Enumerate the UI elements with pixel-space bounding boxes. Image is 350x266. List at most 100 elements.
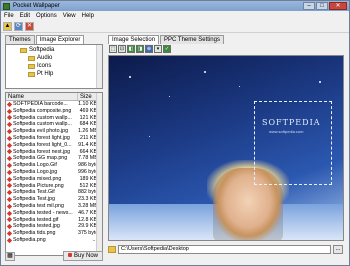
tree-item-icons[interactable]: Icons	[28, 62, 51, 70]
image-file-icon	[6, 169, 13, 176]
delete-icon[interactable]: ✕	[25, 22, 34, 31]
file-size: 996 bytes	[78, 168, 101, 175]
file-size: 3.28 MB	[78, 202, 98, 209]
column-size-header[interactable]: Size	[78, 93, 98, 100]
list-item[interactable]: Softpedia tested.jpg 29.9 KB	[6, 223, 102, 230]
list-item[interactable]: Softpedia composite.png 469 KB	[6, 108, 102, 115]
file-size: 684 KB	[79, 121, 97, 128]
minimize-button[interactable]: –	[303, 2, 315, 10]
image-file-icon	[6, 149, 13, 155]
file-name: Softpedia Logo.jpg	[6, 169, 78, 176]
image-file-icon	[6, 156, 13, 162]
tree-scrollbar[interactable]	[96, 45, 102, 88]
file-name-label: Softpedia Test.jpg	[13, 196, 56, 203]
selection-rectangle[interactable]	[254, 101, 332, 185]
list-item[interactable]: Softpedia forest light_0... 91.4 KB	[6, 142, 102, 149]
list-item[interactable]: Softpedia Test.Gif 882 bytes	[6, 189, 102, 196]
tree-item-label: Icons	[37, 63, 52, 69]
list-item[interactable]: SOFTPEDIA barcode... 1.10 KB	[6, 101, 102, 108]
open-icon[interactable]: ▲	[3, 22, 12, 31]
tree-item-label: Softpedia	[29, 47, 55, 53]
image-file-icon	[6, 162, 13, 169]
list-item[interactable]: Softpedia.png...	[6, 237, 102, 244]
list-item[interactable]: Softpedia custom wallp... 684 KB	[6, 121, 102, 128]
menu-edit[interactable]: Edit	[17, 13, 33, 19]
list-item[interactable]: Softpedia forest nest.jpg 664 KB	[6, 149, 102, 156]
buy-now-label: Buy Now	[73, 253, 98, 259]
menu-view[interactable]: View	[60, 13, 79, 19]
list-item[interactable]: Softpedia test mil.png 3.28 MB	[6, 203, 102, 210]
file-name-label: Softpedia composite.png	[13, 107, 72, 114]
file-size: 986 bytes	[78, 162, 101, 169]
tree-item-audio[interactable]: Audio	[28, 54, 52, 62]
maximize-button[interactable]: □	[316, 2, 328, 10]
file-name-label: Softpedia test mil.png	[13, 202, 64, 209]
fit-icon[interactable]: ◧	[127, 45, 135, 53]
file-name: Softpedia tested.gif	[6, 217, 78, 224]
image-file-icon	[6, 224, 13, 230]
list-item[interactable]: Softpedia Logo.jpg 996 bytes	[6, 169, 102, 176]
list-item[interactable]: Softpedia mixed.png 189 KB	[6, 176, 102, 183]
list-item[interactable]: Softpedia tested.gif 12.8 KB	[6, 217, 102, 224]
dropdown-icon[interactable]: ▾	[154, 45, 162, 53]
zoom-icon[interactable]: ⊕	[145, 45, 153, 53]
apply-icon[interactable]: ✓	[163, 45, 171, 53]
tab-image-explorer[interactable]: Image Explorer	[35, 35, 85, 44]
close-button[interactable]: ✕	[329, 2, 347, 10]
tab-themes[interactable]: Themes	[5, 35, 35, 44]
list-item[interactable]: Softpedia Test.jpg 23.3 KB	[6, 196, 102, 203]
menu-file[interactable]: File	[1, 13, 17, 19]
list-item[interactable]: Softpedia Logo.Gif 986 bytes	[6, 162, 102, 169]
list-scrollbar[interactable]	[96, 93, 102, 255]
refresh-icon[interactable]: ⟳	[14, 22, 23, 31]
crop-icon[interactable]: ⊡	[118, 45, 126, 53]
window-title: Pocket Wallpaper	[13, 3, 60, 9]
list-item[interactable]: Softpedia GG map.png 7.78 MB	[6, 155, 102, 162]
image-file-icon	[6, 142, 13, 148]
list-item[interactable]: Softpedia tested - news... 46.7 KB	[6, 210, 102, 217]
buy-now-button[interactable]: Buy Now	[62, 251, 103, 261]
file-name: Softpedia tested - news...	[6, 210, 78, 217]
image-file-icon	[6, 176, 13, 182]
list-item[interactable]: Softpedia Picture.png 512 KB	[6, 183, 102, 190]
file-name-label: Softpedia custom wallp...	[13, 121, 72, 128]
image-file-icon	[6, 183, 13, 189]
softpedia-logo: SOFTPEDIA	[262, 118, 321, 127]
tab-image-selection[interactable]: Image Selection	[108, 35, 160, 44]
image-file-icon	[6, 128, 13, 135]
image-file-icon	[6, 196, 13, 203]
select-icon[interactable]: ⬚	[109, 45, 117, 53]
left-panel: Themes Image Explorer Softpedia Audio Ic…	[5, 35, 103, 263]
list-item[interactable]: Softpedia forest light.jpg 211 KB	[6, 135, 102, 142]
tree-item-label: Audio	[37, 55, 53, 61]
list-item[interactable]: Softpedia tids.png 375 bytes	[6, 230, 102, 237]
file-name-label: Softpedia tested.jpg	[13, 223, 60, 230]
softpedia-url: www.softpedia.com	[269, 129, 304, 134]
grid-view-icon[interactable]: ▦	[5, 251, 15, 261]
image-file-icon	[6, 108, 13, 114]
file-list: Name Size SOFTPEDIA barcode... 1.10 KB Sof…	[5, 92, 103, 256]
file-name: Softpedia forest nest.jpg	[6, 149, 78, 156]
menu-help[interactable]: Help	[79, 13, 97, 19]
sparkle	[204, 71, 206, 73]
file-name: Softpedia mixed.png	[6, 176, 78, 183]
list-header: Name Size	[6, 93, 102, 101]
list-item[interactable]: Softpedia custom wallp... 121 KB	[6, 115, 102, 122]
image-file-icon	[6, 230, 13, 237]
file-name: Softpedia forest light_0...	[6, 142, 78, 149]
image-preview[interactable]: SOFTPEDIA www.softpedia.com	[108, 55, 344, 241]
tree-item-softpedia[interactable]: Softpedia	[20, 46, 54, 54]
main-toolbar: ▲ ⟳ ✕	[1, 21, 349, 33]
menu-options[interactable]: Options	[33, 13, 60, 19]
file-name: Softpedia.png	[6, 237, 78, 244]
stretch-icon[interactable]: ◨	[136, 45, 144, 53]
path-field[interactable]: C:\Users\Softpedia\Desktop	[118, 245, 331, 254]
file-name-label: Softpedia forest light_0...	[13, 141, 72, 148]
tab-ppc-theme-settings[interactable]: PPC Theme Settings	[160, 35, 224, 44]
list-item[interactable]: Softpedia evil photo.jpg 1.26 MB	[6, 128, 102, 135]
app-window: Pocket Wallpaper – □ ✕ File Edit Options…	[0, 0, 350, 266]
browse-button[interactable]: ...	[333, 245, 343, 254]
file-name-label: Softpedia tested - news...	[13, 209, 73, 216]
column-name-header[interactable]: Name	[6, 93, 78, 100]
tree-item-pt-hlp[interactable]: Pt Hlp	[28, 70, 53, 78]
